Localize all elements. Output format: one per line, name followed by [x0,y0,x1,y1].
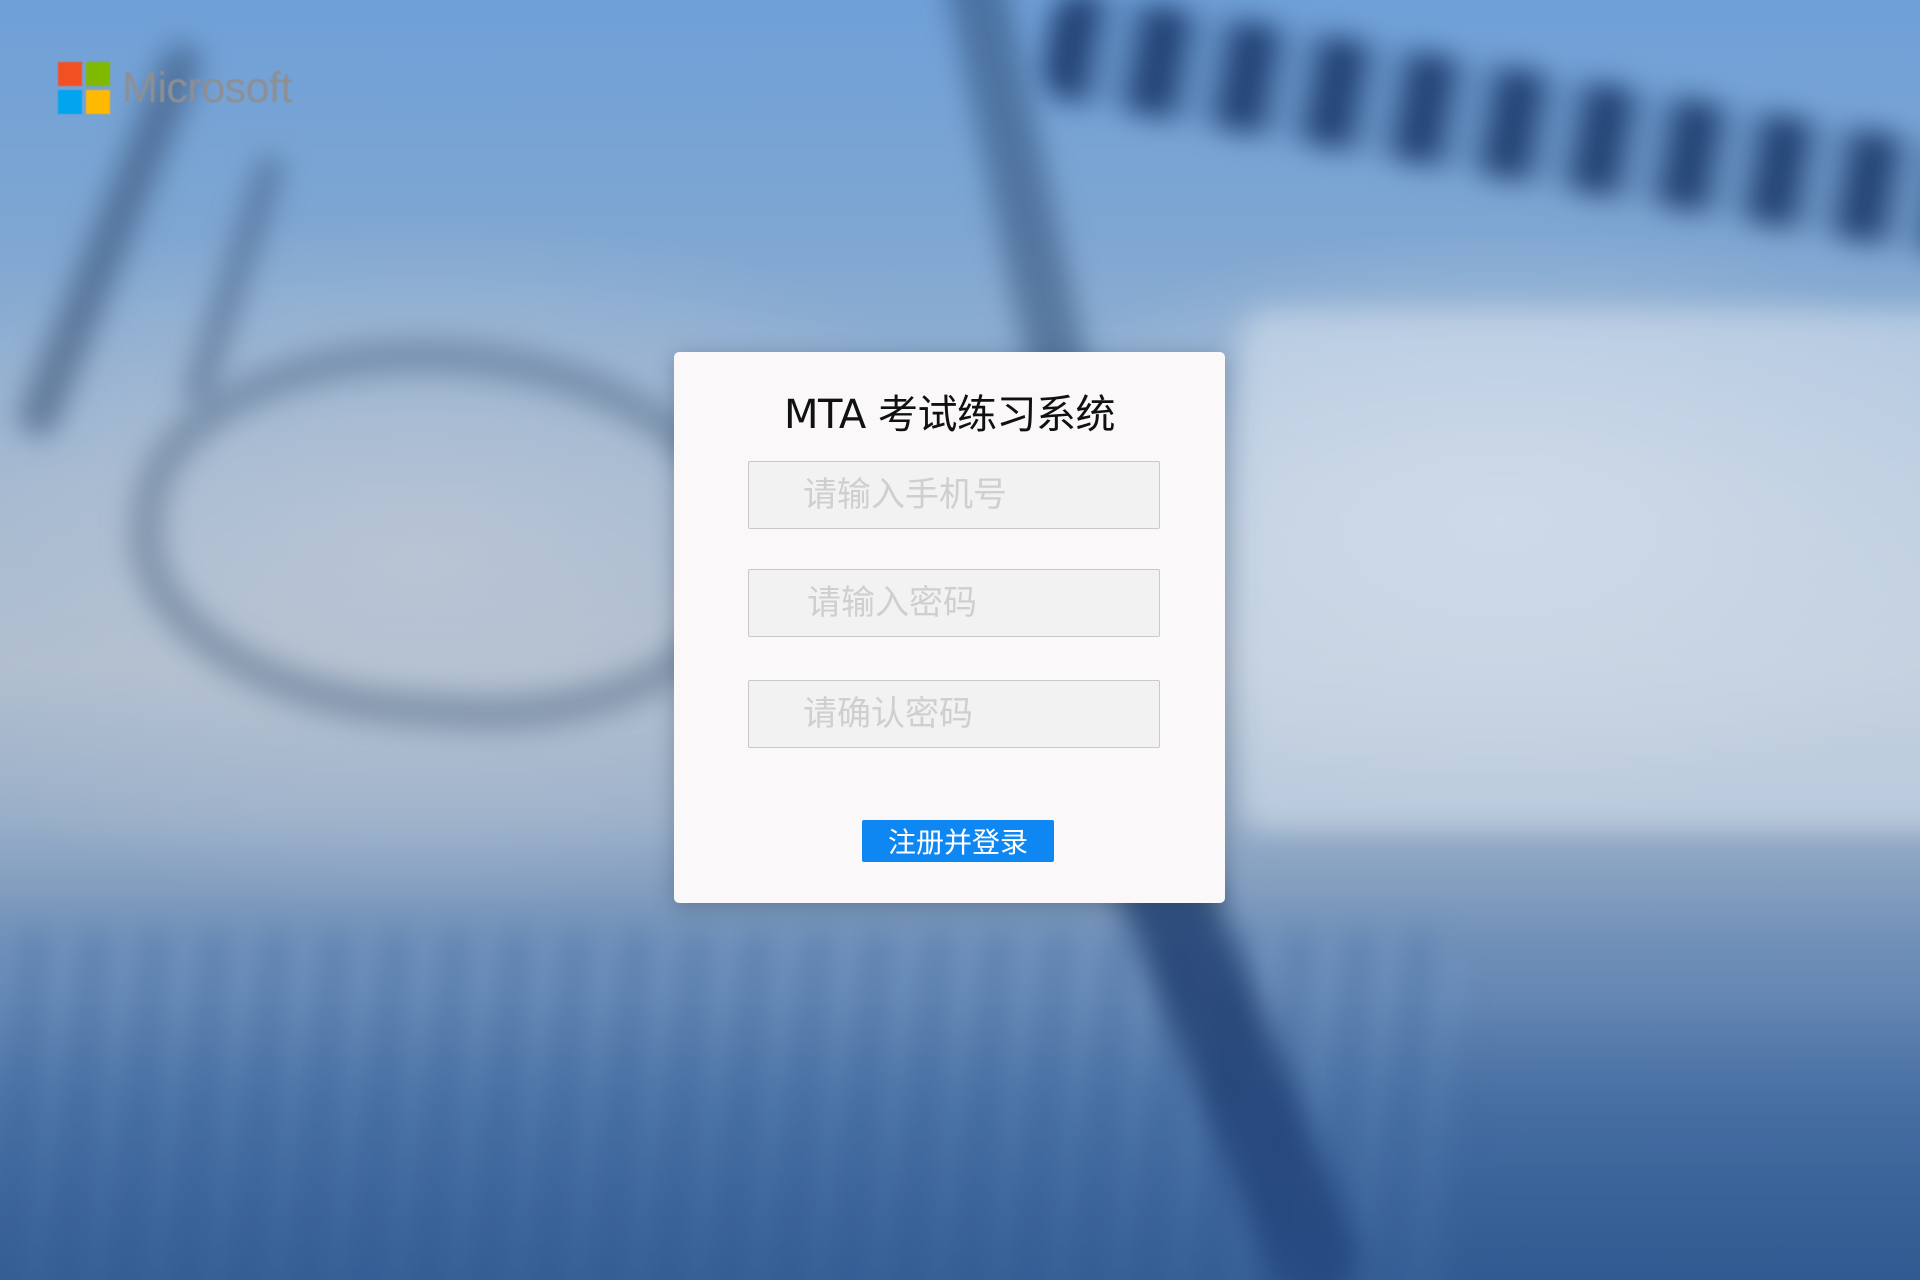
logo-square-red [58,62,82,86]
phone-input[interactable] [748,461,1160,529]
confirm-password-input[interactable] [748,680,1160,748]
logo-text: Microsoft [122,63,292,112]
background-notebook-spiral [1037,0,1920,263]
microsoft-logo: Microsoft [58,62,292,114]
background-bottom-shade [0,1000,1920,1280]
microsoft-logo-icon [58,62,110,114]
register-and-login-button[interactable]: 注册并登录 [862,820,1054,862]
register-card: MTA 考试练习系统 注册并登录 [674,352,1225,903]
logo-square-green [86,62,110,86]
password-input[interactable] [748,569,1160,637]
page-title: MTA 考试练习系统 [784,392,1115,438]
logo-square-yellow [86,90,110,114]
logo-square-blue [58,90,82,114]
background-glasses-rim [117,318,771,750]
background-notebook-page [1240,310,1920,830]
